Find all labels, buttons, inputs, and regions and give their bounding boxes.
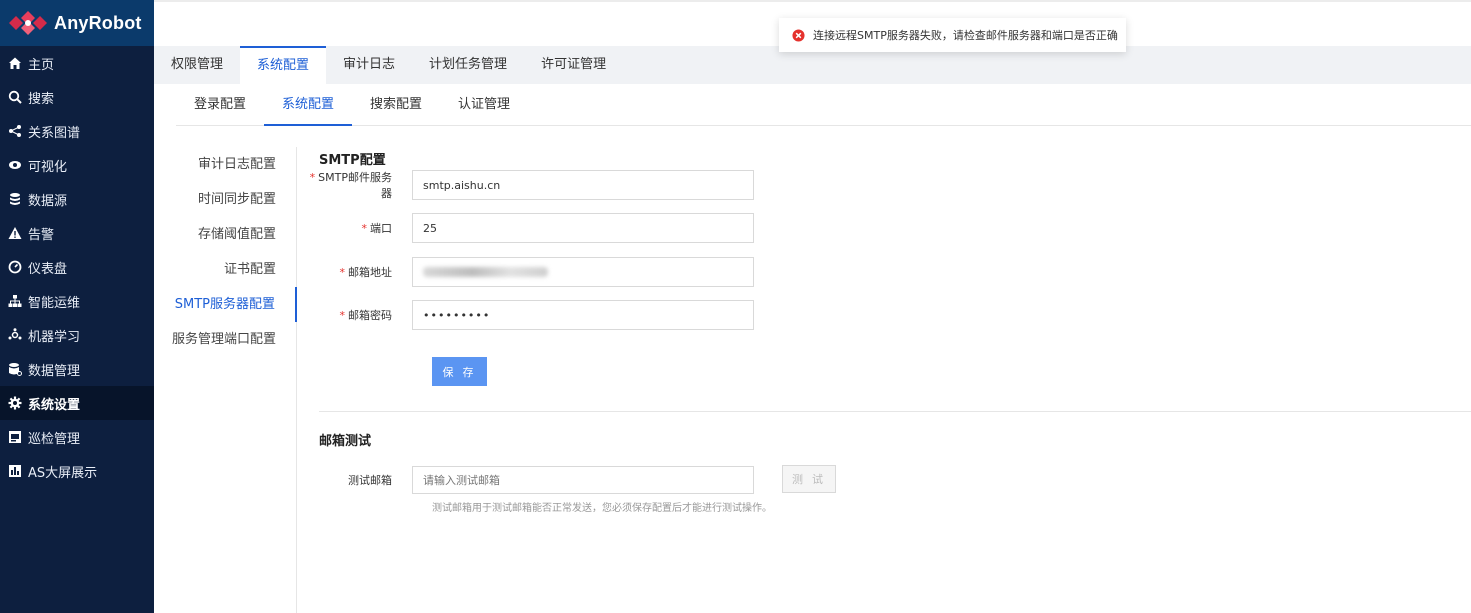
config-menu-certificate[interactable]: 证书配置 (154, 252, 296, 287)
test-button[interactable]: 测 试 (782, 465, 836, 493)
tab-search-config[interactable]: 搜索配置 (352, 84, 440, 126)
sidebar-item-visualize[interactable]: 可视化 (0, 148, 154, 182)
sidebar-item-label: 巡检管理 (28, 431, 81, 447)
bar-chart-icon (7, 464, 22, 479)
brand[interactable]: AnyRobot (0, 0, 154, 46)
required-mark: * (339, 309, 346, 322)
graph-icon (7, 124, 22, 139)
sidebar-item-data-manage[interactable]: 数据管理 (0, 352, 154, 386)
smtp-port-row: * 端口 (305, 213, 754, 243)
gear-icon (7, 396, 22, 411)
sidebar-item-settings[interactable]: 系统设置 (0, 386, 154, 420)
smtp-server-row: * SMTP邮件服务器 (305, 170, 754, 200)
sidebar-item-label: 主页 (28, 57, 55, 73)
tab-system-config-sub[interactable]: 系统配置 (264, 84, 353, 126)
test-hint: 测试邮箱用于测试邮箱能否正常发送，您必须保存配置后才能进行测试操作。 (432, 503, 772, 514)
sidebar-nav: 主页 搜索 关系图谱 可视化 数据源 告警 仪表盘 智能运维 机器学习 数据管理… (0, 46, 154, 488)
sidebar-item-graph[interactable]: 关系图谱 (0, 114, 154, 148)
tab-permissions[interactable]: 权限管理 (154, 46, 240, 84)
sidebar-item-label: 机器学习 (28, 329, 81, 345)
email-password-input[interactable]: ••••••••• (412, 300, 754, 330)
sidebar-item-ml[interactable]: 机器学习 (0, 318, 154, 352)
config-menu-audit-log[interactable]: 审计日志配置 (154, 147, 296, 182)
smtp-server-label: * SMTP邮件服务器 (309, 171, 392, 200)
home-icon (7, 56, 22, 71)
inspection-icon (7, 430, 22, 445)
gauge-icon (7, 260, 22, 275)
app-title: AnyRobot (54, 12, 142, 33)
required-mark: * (339, 266, 346, 279)
sidebar-item-home[interactable]: 主页 (0, 46, 154, 80)
smtp-port-input[interactable] (412, 213, 754, 243)
config-menu: 审计日志配置 时间同步配置 存储阈值配置 证书配置 SMTP服务器配置 服务管理… (154, 147, 297, 613)
save-button[interactable]: 保 存 (432, 357, 487, 386)
sidebar-item-alert[interactable]: 告警 (0, 216, 154, 250)
ml-icon (7, 328, 22, 343)
error-icon (792, 28, 805, 42)
tab-login-config[interactable]: 登录配置 (176, 84, 264, 126)
sidebar-item-label: AS大屏展示 (28, 465, 98, 481)
tab-scheduled-tasks[interactable]: 计划任务管理 (412, 46, 524, 84)
sidebar-item-label: 关系图谱 (28, 125, 81, 141)
search-icon (7, 90, 22, 105)
tab-audit-log[interactable]: 审计日志 (326, 46, 412, 84)
sidebar-item-label: 系统设置 (28, 397, 81, 413)
sidebar-item-label: 告警 (28, 227, 55, 243)
sidebar-item-label: 智能运维 (28, 295, 81, 311)
email-password-label: * 邮箱密码 (339, 309, 393, 322)
email-password-row: * 邮箱密码 ••••••••• (305, 300, 754, 330)
required-mark: * (361, 222, 368, 235)
sidebar: AnyRobot 主页 搜索 关系图谱 可视化 数据源 告警 仪表盘 智能运维 … (0, 0, 154, 613)
smtp-port-label: * 端口 (361, 222, 393, 235)
anyrobot-logo-icon (9, 11, 47, 35)
config-menu-smtp[interactable]: SMTP服务器配置 (154, 287, 297, 322)
smtp-server-input[interactable] (412, 170, 754, 200)
tab-auth-manage[interactable]: 认证管理 (440, 84, 528, 126)
email-address-input[interactable] (412, 257, 754, 287)
sub-tabs: 登录配置 系统配置 搜索配置 认证管理 (176, 84, 1471, 126)
test-email-row: 测试邮箱 (305, 465, 754, 495)
sidebar-item-label: 数据源 (28, 193, 68, 209)
smtp-section-title: SMTP配置 (319, 153, 386, 168)
config-menu-time-sync[interactable]: 时间同步配置 (154, 182, 296, 217)
sidebar-item-inspection[interactable]: 巡检管理 (0, 420, 154, 454)
sidebar-item-label: 可视化 (28, 159, 68, 175)
data-manage-icon (7, 362, 22, 377)
test-email-input[interactable] (412, 466, 754, 494)
config-menu-storage-threshold[interactable]: 存储阈值配置 (154, 217, 296, 252)
required-mark: * (309, 171, 316, 184)
config-menu-service-port[interactable]: 服务管理端口配置 (154, 322, 296, 357)
error-toast: 连接远程SMTP服务器失败，请检查邮件服务器和端口是否正确 (779, 18, 1126, 52)
mail-test-title: 邮箱测试 (319, 434, 372, 449)
sidebar-item-datasource[interactable]: 数据源 (0, 182, 154, 216)
email-address-row: * 邮箱地址 (305, 257, 754, 287)
sidebar-item-aiops[interactable]: 智能运维 (0, 284, 154, 318)
sidebar-item-label: 搜索 (28, 91, 55, 107)
sidebar-item-big-screen[interactable]: AS大屏展示 (0, 454, 154, 488)
sidebar-item-dashboard[interactable]: 仪表盘 (0, 250, 154, 284)
test-email-label: 测试邮箱 (348, 474, 392, 487)
section-divider (319, 411, 1471, 412)
database-icon (7, 192, 22, 207)
tab-system-config[interactable]: 系统配置 (240, 46, 327, 84)
email-address-label: * 邮箱地址 (339, 266, 393, 279)
redacted-email (423, 267, 548, 277)
sidebar-item-label: 仪表盘 (28, 261, 68, 277)
warning-icon (7, 226, 22, 241)
eye-icon (7, 158, 22, 173)
sidebar-item-label: 数据管理 (28, 363, 81, 379)
toast-message: 连接远程SMTP服务器失败，请检查邮件服务器和端口是否正确 (813, 29, 1118, 42)
sidebar-item-search[interactable]: 搜索 (0, 80, 154, 114)
hierarchy-icon (7, 294, 22, 309)
tab-license[interactable]: 许可证管理 (524, 46, 623, 84)
